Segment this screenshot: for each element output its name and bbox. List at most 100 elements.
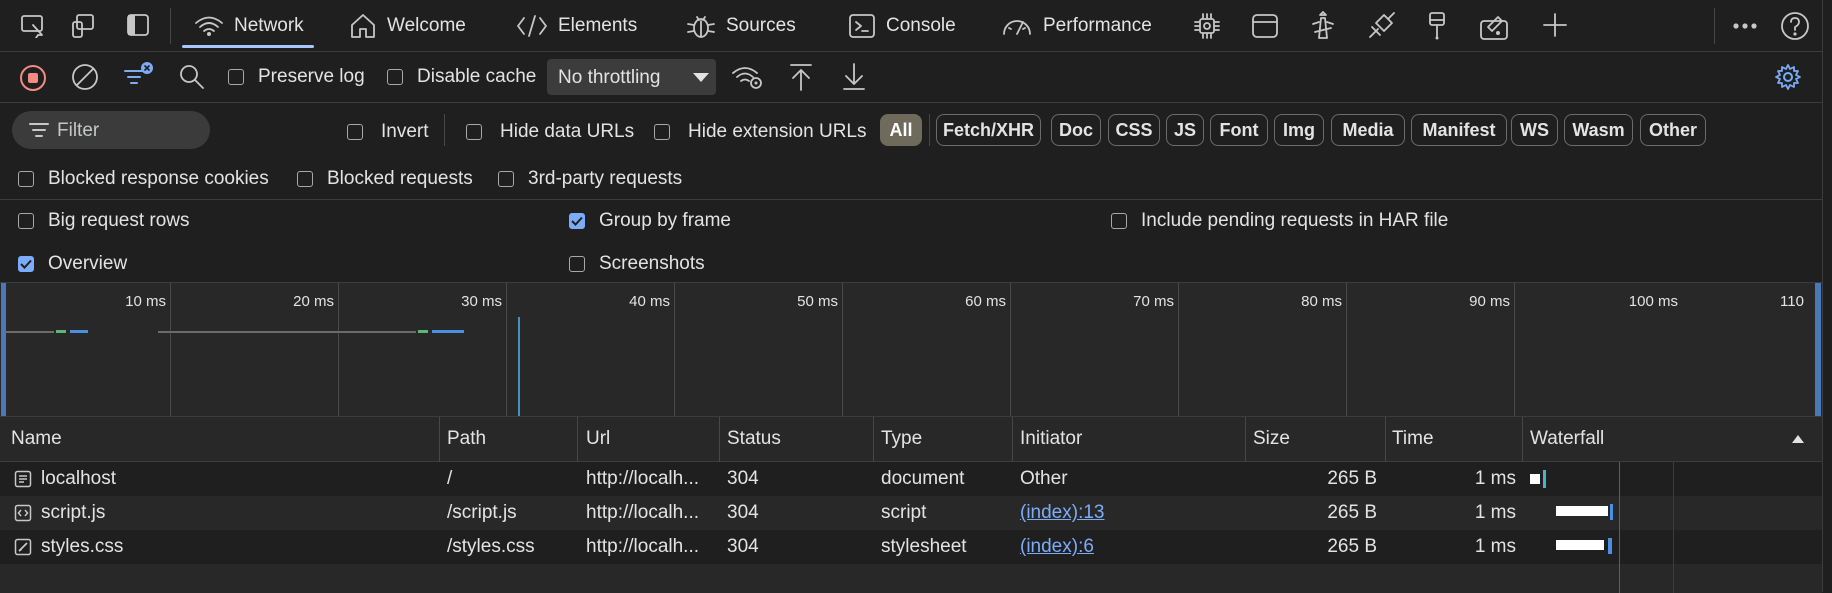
gauge-icon bbox=[1001, 14, 1033, 38]
column-header-path[interactable]: Path bbox=[447, 417, 486, 461]
hide-extension-urls-label: Hide extension URLs bbox=[688, 121, 867, 142]
overview-checkbox[interactable]: Overview bbox=[18, 253, 127, 275]
third-party-requests-checkbox[interactable]: 3rd-party requests bbox=[498, 168, 682, 190]
waterfall-bar bbox=[1556, 506, 1608, 516]
add-tab-icon[interactable] bbox=[1542, 12, 1568, 38]
type-filter-wasm[interactable]: Wasm bbox=[1564, 114, 1633, 146]
checkbox[interactable] bbox=[1111, 213, 1127, 229]
column-header-initiator[interactable]: Initiator bbox=[1020, 417, 1082, 461]
network-plug-icon[interactable] bbox=[1366, 11, 1396, 41]
request-time: 1 ms bbox=[1474, 468, 1516, 489]
include-pending-checkbox[interactable]: Include pending requests in HAR file bbox=[1111, 210, 1448, 232]
type-filter-ws[interactable]: WS bbox=[1511, 114, 1558, 146]
tab-performance[interactable]: Performance bbox=[1001, 0, 1152, 51]
network-conditions-icon[interactable] bbox=[731, 63, 765, 91]
checkbox[interactable] bbox=[18, 171, 34, 187]
terminal-icon bbox=[848, 13, 876, 39]
type-filter-all[interactable]: All bbox=[880, 114, 922, 146]
clear-icon[interactable] bbox=[71, 63, 99, 91]
panel-tab-bar: Network Welcome Elements Sources Console… bbox=[0, 0, 1822, 52]
application-window-icon[interactable] bbox=[1251, 13, 1279, 39]
initiator-link[interactable]: (index):6 bbox=[1020, 536, 1094, 558]
type-filter-js[interactable]: JS bbox=[1166, 114, 1204, 146]
toggle-sidebar-icon[interactable] bbox=[126, 13, 150, 37]
type-filter-other[interactable]: Other bbox=[1640, 114, 1706, 146]
stop-recording-icon[interactable] bbox=[19, 64, 47, 92]
gridline bbox=[170, 283, 171, 416]
throttling-value: No throttling bbox=[558, 67, 661, 88]
waterfall-gridline bbox=[1673, 462, 1674, 593]
checkbox[interactable] bbox=[569, 213, 585, 229]
overview-range-handle[interactable] bbox=[1, 283, 6, 416]
request-name[interactable]: localhost bbox=[41, 468, 116, 490]
tab-welcome[interactable]: Welcome bbox=[349, 0, 466, 51]
filter-input[interactable]: Filter bbox=[12, 111, 210, 149]
panel-edge bbox=[1822, 0, 1823, 592]
group-by-frame-label: Group by frame bbox=[599, 210, 731, 231]
checkbox[interactable] bbox=[18, 213, 34, 229]
overview-range-handle[interactable] bbox=[1815, 283, 1821, 416]
checkbox[interactable] bbox=[498, 171, 514, 187]
tab-elements[interactable]: Elements bbox=[516, 0, 637, 51]
search-icon[interactable] bbox=[178, 63, 206, 91]
disable-cache-checkbox[interactable]: Disable cache bbox=[387, 66, 536, 88]
hide-extension-urls-checkbox[interactable]: Hide extension URLs bbox=[654, 121, 866, 143]
checkbox[interactable] bbox=[228, 69, 244, 85]
type-filter-css[interactable]: CSS bbox=[1108, 114, 1160, 146]
more-options-icon[interactable] bbox=[1732, 22, 1758, 30]
tab-network[interactable]: Network bbox=[182, 0, 314, 51]
rendering-icon[interactable] bbox=[1478, 11, 1510, 41]
type-filter-manifest[interactable]: Manifest bbox=[1411, 114, 1507, 146]
hide-data-urls-checkbox[interactable]: Hide data URLs bbox=[466, 121, 634, 143]
tab-sources[interactable]: Sources bbox=[686, 0, 796, 51]
type-filter-doc[interactable]: Doc bbox=[1051, 114, 1101, 146]
type-filter-img[interactable]: Img bbox=[1274, 114, 1324, 146]
tab-console[interactable]: Console bbox=[848, 0, 956, 51]
time-tick: 90 ms bbox=[1469, 293, 1510, 310]
checkbox[interactable] bbox=[297, 171, 313, 187]
filter-clear-icon[interactable] bbox=[123, 61, 155, 91]
column-header-type[interactable]: Type bbox=[881, 417, 922, 461]
request-name[interactable]: styles.css bbox=[41, 536, 123, 558]
type-filter-font[interactable]: Font bbox=[1210, 114, 1268, 146]
network-overview[interactable]: 10 ms 20 ms 30 ms 40 ms 50 ms 60 ms 70 m… bbox=[0, 282, 1822, 416]
throttling-select[interactable]: No throttling bbox=[547, 59, 716, 95]
column-header-url[interactable]: Url bbox=[586, 417, 610, 461]
export-har-icon[interactable] bbox=[841, 62, 867, 92]
request-name[interactable]: script.js bbox=[41, 502, 105, 524]
checkbox[interactable] bbox=[347, 124, 363, 140]
column-header-time[interactable]: Time bbox=[1392, 417, 1434, 461]
pill-label: Doc bbox=[1059, 119, 1094, 140]
initiator-link[interactable]: (index):13 bbox=[1020, 502, 1105, 524]
divider bbox=[1714, 8, 1715, 44]
paintbrush-icon[interactable] bbox=[1425, 11, 1449, 41]
inspect-element-icon[interactable] bbox=[20, 14, 46, 38]
pill-label: Img bbox=[1283, 119, 1316, 140]
gear-icon[interactable] bbox=[1774, 63, 1802, 91]
checkbox[interactable] bbox=[387, 69, 403, 85]
pill-label: Wasm bbox=[1572, 119, 1625, 140]
type-filter-fetch-xhr[interactable]: Fetch/XHR bbox=[936, 114, 1041, 146]
import-har-icon[interactable] bbox=[788, 62, 814, 92]
screenshots-checkbox[interactable]: Screenshots bbox=[569, 253, 705, 275]
blocked-response-cookies-checkbox[interactable]: Blocked response cookies bbox=[18, 168, 269, 190]
invert-checkbox[interactable]: Invert bbox=[347, 121, 429, 143]
big-request-rows-checkbox[interactable]: Big request rows bbox=[18, 210, 190, 232]
column-header-waterfall[interactable]: Waterfall bbox=[1530, 417, 1604, 461]
blocked-requests-checkbox[interactable]: Blocked requests bbox=[297, 168, 473, 190]
type-filter-media[interactable]: Media bbox=[1331, 114, 1405, 146]
checkbox[interactable] bbox=[654, 124, 670, 140]
request-url: http://localh... bbox=[586, 536, 700, 557]
help-icon[interactable] bbox=[1780, 11, 1810, 41]
group-by-frame-checkbox[interactable]: Group by frame bbox=[569, 210, 731, 232]
column-header-size[interactable]: Size bbox=[1253, 417, 1290, 461]
column-header-name[interactable]: Name bbox=[11, 417, 62, 461]
preserve-log-checkbox[interactable]: Preserve log bbox=[228, 66, 365, 88]
checkbox[interactable] bbox=[18, 256, 34, 272]
checkbox[interactable] bbox=[569, 256, 585, 272]
device-emulation-icon[interactable] bbox=[71, 13, 97, 39]
checkbox[interactable] bbox=[466, 124, 482, 140]
column-header-status[interactable]: Status bbox=[727, 417, 781, 461]
lighthouse-icon[interactable] bbox=[1311, 10, 1335, 40]
memory-chip-icon[interactable] bbox=[1193, 12, 1221, 40]
